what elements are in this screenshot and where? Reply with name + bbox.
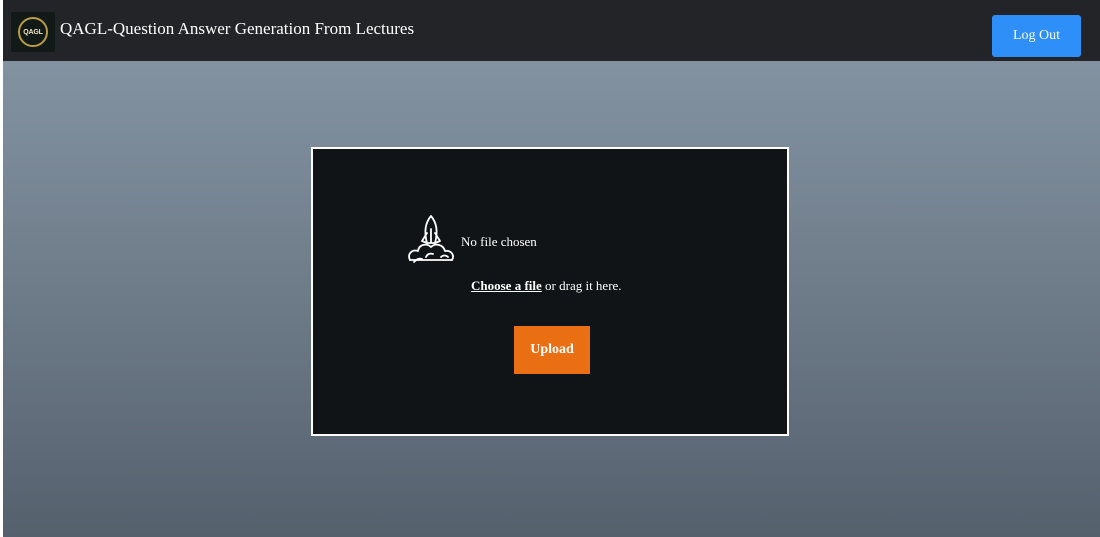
drag-instruction-text: or drag it here. [541,278,622,293]
upload-button[interactable]: Upload [514,326,590,374]
top-navbar: QAGL QAGL-Question Answer Generation Fro… [3,0,1100,61]
file-upload-card[interactable]: No file chosen Choose a file or drag it … [311,147,789,436]
app-title: QAGL-Question Answer Generation From Lec… [60,19,415,38]
file-status-text: No file chosen [461,234,537,249]
qagl-logo-mark: QAGL [18,17,48,47]
qagl-logo-text: QAGL [23,28,43,36]
file-dropzone-instructions: Choose a file or drag it here. [471,278,622,294]
rocket-launch-icon [408,215,454,263]
app-root: QAGL QAGL-Question Answer Generation Fro… [3,0,1100,537]
qagl-logo: QAGL [11,12,55,52]
choose-file-link[interactable]: Choose a file [471,278,542,293]
logout-button[interactable]: Log Out [992,15,1081,57]
